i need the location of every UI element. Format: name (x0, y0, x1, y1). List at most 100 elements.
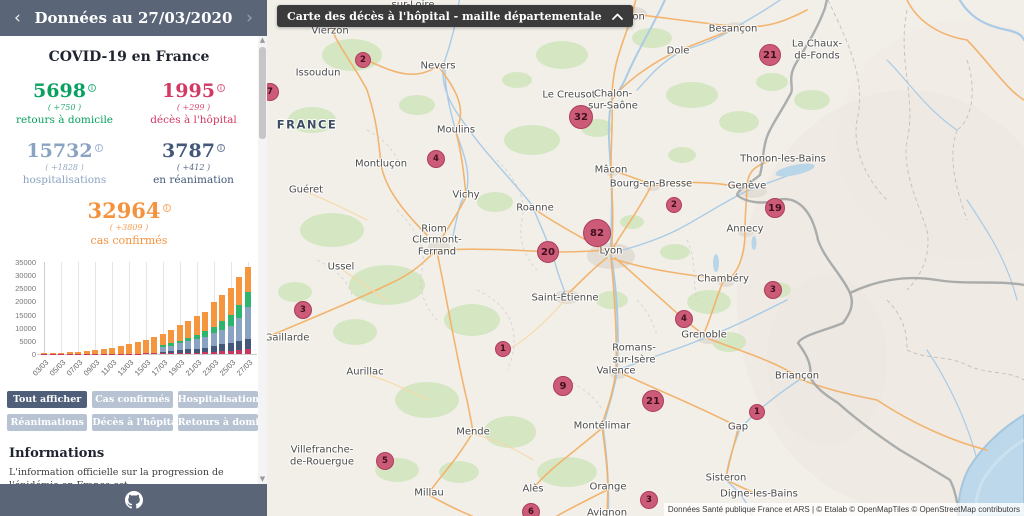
stat-value: 32964 (87, 198, 160, 223)
info-icon[interactable]: i (95, 144, 103, 152)
death-count-marker[interactable]: 9 (553, 376, 573, 396)
bar-10/03[interactable] (101, 349, 107, 354)
bar-14/03[interactable] (135, 342, 141, 354)
filter-deces-button[interactable]: Décès à l'hôpital (92, 414, 172, 431)
info-icon[interactable]: i (217, 84, 225, 92)
segment-décès à l'hôpital (194, 353, 200, 354)
bar-26/03[interactable] (236, 277, 242, 354)
stat-delta: ( +412 ) (129, 162, 258, 174)
scrollbar-thumb[interactable] (259, 47, 266, 139)
bar-19/03[interactable] (177, 325, 183, 354)
stat-delta: ( +1828 ) (0, 162, 129, 174)
stat-reanimation: 3787i ( +412 ) en réanimation (129, 140, 258, 187)
bar-11/03[interactable] (109, 348, 115, 354)
segment-cas confirmés (autres) (168, 330, 174, 343)
segment-cas confirmés (autres) (245, 267, 251, 292)
segment-décès à l'hôpital (177, 353, 183, 354)
death-count-marker[interactable]: 3 (294, 301, 312, 319)
stat-label: en réanimation (129, 174, 258, 187)
y-tick-label: 10000 (6, 324, 36, 333)
info-icon[interactable]: i (217, 144, 225, 152)
filter-retours-button[interactable]: Retours à domicile (178, 414, 258, 431)
bar-13/03[interactable] (126, 344, 132, 354)
bar-24/03[interactable] (219, 295, 225, 354)
prev-date-button[interactable]: ‹ (14, 0, 21, 36)
filter-all-button[interactable]: Tout afficher (7, 391, 87, 408)
death-count-marker[interactable]: 4 (427, 150, 445, 168)
bar-05/03[interactable] (58, 353, 64, 354)
segment-décès à l'hôpital (143, 353, 149, 354)
segment-cas confirmés (autres) (118, 346, 124, 353)
death-count-marker[interactable]: 21 (642, 390, 664, 412)
segment-cas confirmés (autres) (177, 325, 183, 340)
bar-15/03[interactable] (143, 340, 149, 354)
scroll-down-icon[interactable]: ▼ (258, 475, 267, 484)
bar-08/03[interactable] (84, 351, 90, 354)
gridline (78, 262, 79, 354)
bar-17/03[interactable] (160, 334, 166, 354)
bar-03/03[interactable] (41, 353, 47, 354)
death-count-marker[interactable]: 5 (376, 452, 394, 470)
death-count-marker[interactable]: 1 (495, 341, 511, 357)
segment-en réanimation (245, 339, 251, 349)
death-count-marker[interactable]: 19 (765, 198, 785, 218)
gridline (112, 262, 113, 354)
bar-27/03[interactable] (245, 267, 251, 354)
death-count-marker[interactable]: 20 (537, 241, 559, 263)
segment-hospitalisations (202, 337, 208, 348)
filter-reanimations-button[interactable]: Réanimations (7, 414, 87, 431)
map[interactable]: FRANCEsur-LoireVierzonIssoudunNeversDijo… (267, 0, 1024, 516)
bar-16/03[interactable] (151, 337, 157, 354)
next-date-button[interactable]: › (246, 0, 253, 36)
info-icon[interactable]: i (163, 204, 171, 212)
segment-décès à l'hôpital (228, 351, 234, 354)
bar-22/03[interactable] (202, 312, 208, 354)
segment-cas confirmés (autres) (185, 321, 191, 338)
death-count-marker[interactable]: 2 (666, 197, 682, 213)
death-count-marker[interactable]: 32 (569, 105, 593, 129)
bar-09/03[interactable] (92, 350, 98, 354)
death-count-marker[interactable]: 2 (355, 52, 371, 68)
segment-décès à l'hôpital (185, 353, 191, 354)
segment-en réanimation (219, 344, 225, 351)
bar-12/03[interactable] (118, 346, 124, 354)
bar-04/03[interactable] (50, 353, 56, 354)
segment-hospitalisations (245, 307, 251, 338)
x-tick-label: 13/03 (116, 358, 136, 378)
bar-25/03[interactable] (228, 288, 234, 354)
scroll-up-icon[interactable]: ▲ (258, 36, 267, 45)
death-count-marker[interactable]: 6 (522, 503, 540, 516)
y-tick-label: 15000 (6, 311, 36, 320)
segment-en réanimation (228, 343, 234, 350)
bar-20/03[interactable] (185, 321, 191, 354)
map-layer-selector[interactable]: Carte des décès à l'hôpital - maille dép… (277, 5, 633, 27)
x-tick-label: 21/03 (184, 358, 204, 378)
epidemic-chart[interactable]: 0500010000150002000025000300003500003/03… (6, 258, 258, 388)
death-count-marker[interactable]: 21 (759, 44, 781, 66)
death-count-marker[interactable]: 4 (675, 310, 693, 328)
death-count-marker[interactable]: 82 (583, 219, 611, 247)
github-link[interactable] (125, 491, 143, 509)
bar-06/03[interactable] (67, 352, 73, 354)
gridline (44, 262, 45, 354)
x-tick-label: 25/03 (218, 358, 238, 378)
bar-23/03[interactable] (211, 302, 217, 354)
segment-hospitalisations (185, 341, 191, 349)
segment-retours à domicile (228, 315, 234, 325)
filter-cas-confirmes-button[interactable]: Cas confirmés (92, 391, 172, 408)
death-count-marker[interactable]: 3 (764, 281, 782, 299)
filter-hospitalisations-button[interactable]: Hospitalisations (178, 391, 258, 408)
segment-hospitalisations (236, 318, 242, 340)
segment-hospitalisations (177, 343, 183, 350)
death-count-marker[interactable]: 1 (749, 404, 765, 420)
stat-label: hospitalisations (0, 174, 129, 187)
bar-18/03[interactable] (168, 330, 174, 354)
segment-retours à domicile (219, 321, 225, 330)
stat-deces-hopital: 1995i ( +299 ) décès à l'hôpital (129, 80, 258, 127)
bar-07/03[interactable] (75, 352, 81, 354)
bar-21/03[interactable] (194, 316, 200, 354)
death-count-marker[interactable]: 3 (640, 491, 658, 509)
y-tick-label: 25000 (6, 284, 36, 293)
x-tick-label: 15/03 (133, 358, 153, 378)
info-icon[interactable]: i (88, 84, 96, 92)
